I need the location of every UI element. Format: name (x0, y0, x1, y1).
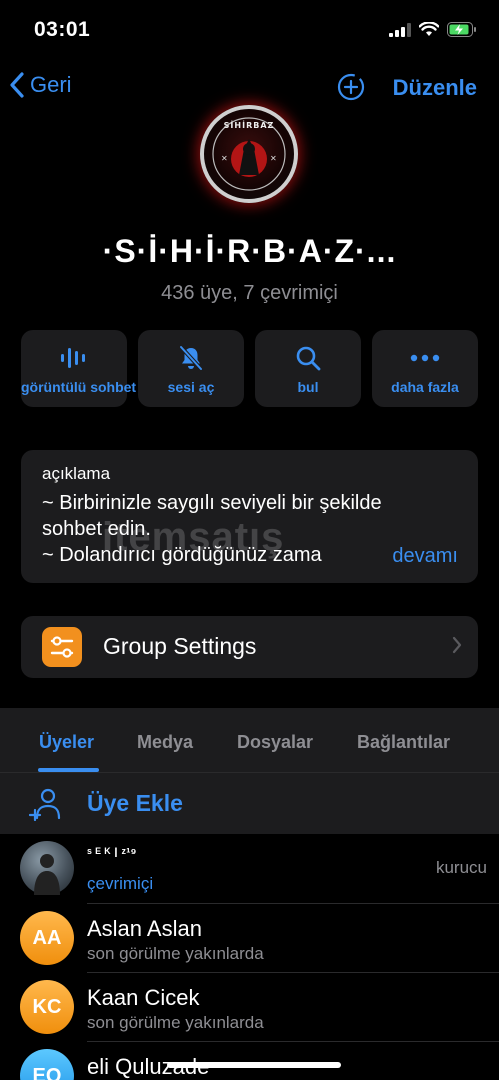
avatar: AA (20, 911, 74, 965)
member-row[interactable]: EQ eli Quluzade (20, 1041, 499, 1080)
member-row[interactable]: AA Aslan Aslan son görülme yakınlarda (20, 903, 499, 972)
signal-icon (389, 22, 411, 37)
tab-media[interactable]: Medya (137, 732, 193, 753)
group-title: ·S·İ·H·İ·R·B·A·Z·... (102, 233, 397, 269)
tab-links[interactable]: Bağlantılar (357, 732, 450, 753)
svg-text:✕: ✕ (221, 154, 228, 163)
member-row[interactable]: KC Kaan Cicek son görülme yakınlarda (20, 972, 499, 1041)
member-name: Aslan Aslan (87, 916, 202, 941)
status-icons (389, 22, 477, 37)
back-button[interactable]: Geri (10, 72, 72, 98)
action-label: daha fazla (391, 379, 459, 395)
group-member-count: 436 üye, 7 çevrimiçi (161, 282, 338, 304)
member-name: ˢ ᴱ ᴷ ǀ ᶻ¹⁹ (87, 845, 137, 860)
avatar (20, 841, 74, 895)
tab-files[interactable]: Dosyalar (237, 732, 313, 753)
read-more-link[interactable]: devamı (388, 545, 458, 568)
add-member-row[interactable]: Üye Ekle (0, 772, 499, 834)
chevron-left-icon (10, 72, 24, 98)
tab-bar: Üyeler Medya Dosyalar Bağlantılar (0, 708, 499, 772)
member-role: kurucu (435, 858, 487, 877)
bell-muted-icon (179, 345, 203, 371)
voice-chat-button[interactable]: görüntülü sohbet (21, 330, 137, 407)
ellipsis-icon (410, 354, 440, 362)
voice-chat-icon (61, 348, 85, 368)
member-row[interactable]: ˢ ᴱ ᴷ ǀ ᶻ¹⁹ çevrimiçi kurucu (0, 834, 499, 903)
search-icon (296, 346, 321, 371)
group-settings-label: Group Settings (103, 633, 257, 659)
member-list: ˢ ᴱ ᴷ ǀ ᶻ¹⁹ çevrimiçi kurucu AA Aslan As… (0, 834, 499, 1080)
wifi-icon (419, 22, 439, 36)
action-label: bul (297, 379, 319, 395)
status-time: 03:01 (34, 18, 91, 41)
nav-bar: Geri Düzenle (0, 66, 499, 110)
watermark: itemsatış (102, 515, 285, 559)
status-bar: 03:01 (0, 0, 499, 60)
back-label: Geri (30, 72, 72, 97)
home-indicator[interactable] (167, 1062, 341, 1068)
action-label: sesi aç (167, 379, 215, 395)
add-circle-icon[interactable] (336, 72, 366, 102)
member-status: son görülme yakınlarda (87, 1013, 264, 1032)
avatar: KC (20, 980, 74, 1034)
unmute-button[interactable]: sesi aç (138, 330, 244, 407)
avatar-initials: EQ (32, 1064, 62, 1080)
description-label: açıklama (42, 464, 111, 483)
avatar: EQ (20, 1049, 74, 1080)
more-button[interactable]: daha fazla (372, 330, 478, 407)
member-status: son görülme yakınlarda (87, 944, 264, 963)
member-name: Kaan Cicek (87, 985, 200, 1010)
action-buttons: görüntülü sohbet sesi aç bul daha fazla (21, 330, 478, 407)
avatar-initials: KC (32, 995, 62, 1018)
avatar-initials: AA (32, 926, 62, 949)
add-user-icon (29, 788, 61, 821)
group-avatar[interactable]: ✕ ✕ SİHİRBAZ (200, 105, 298, 203)
settings-sliders-icon (42, 627, 82, 667)
action-label: görüntülü sohbet (21, 379, 137, 395)
description-line: ~ Birbirinizle saygılı seviyeli bir şeki… (42, 492, 382, 514)
tab-members[interactable]: Üyeler (39, 732, 94, 753)
svg-text:✕: ✕ (270, 154, 277, 163)
avatar-text: SİHİRBAZ (223, 121, 275, 130)
add-member-label: Üye Ekle (87, 790, 183, 816)
member-status: çevrimiçi (87, 874, 154, 893)
chevron-right-icon (452, 636, 462, 654)
search-button[interactable]: bul (255, 330, 361, 407)
edit-button[interactable]: Düzenle (393, 75, 477, 101)
group-settings-row[interactable]: Group Settings (21, 616, 478, 678)
battery-charging-icon (447, 22, 476, 37)
